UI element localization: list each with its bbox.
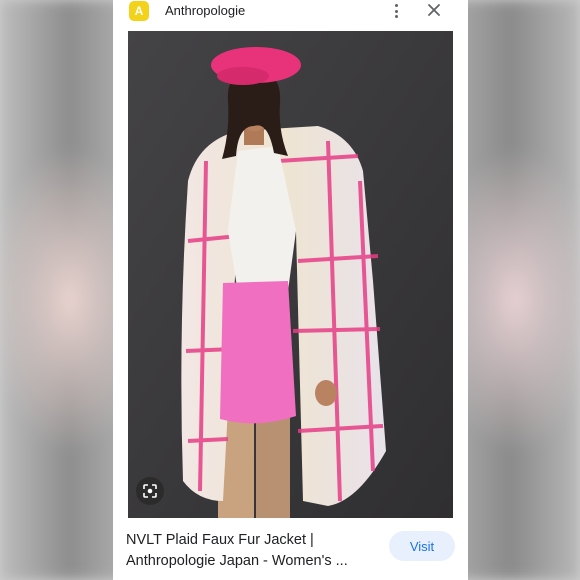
favicon-letter: A: [134, 4, 144, 18]
source-header: A Anthropologie: [113, 0, 468, 28]
result-title[interactable]: NVLT Plaid Faux Fur Jacket | Anthropolog…: [126, 530, 371, 572]
more-vert-icon[interactable]: [391, 2, 401, 20]
result-title-line-2: Anthropologie Japan - Women's ...: [126, 553, 348, 569]
product-image[interactable]: [128, 31, 453, 518]
close-icon[interactable]: [426, 2, 442, 18]
visit-button[interactable]: Visit: [389, 531, 455, 561]
model-photo-illustration: [128, 31, 453, 518]
site-favicon: A: [129, 1, 149, 21]
google-lens-icon[interactable]: [136, 477, 164, 505]
result-title-line-1: NVLT Plaid Faux Fur Jacket |: [126, 532, 314, 548]
image-preview-panel: A Anthropologie NVLT Plaid Faux Fur Jack…: [113, 0, 468, 580]
site-name[interactable]: Anthropologie: [165, 3, 245, 18]
